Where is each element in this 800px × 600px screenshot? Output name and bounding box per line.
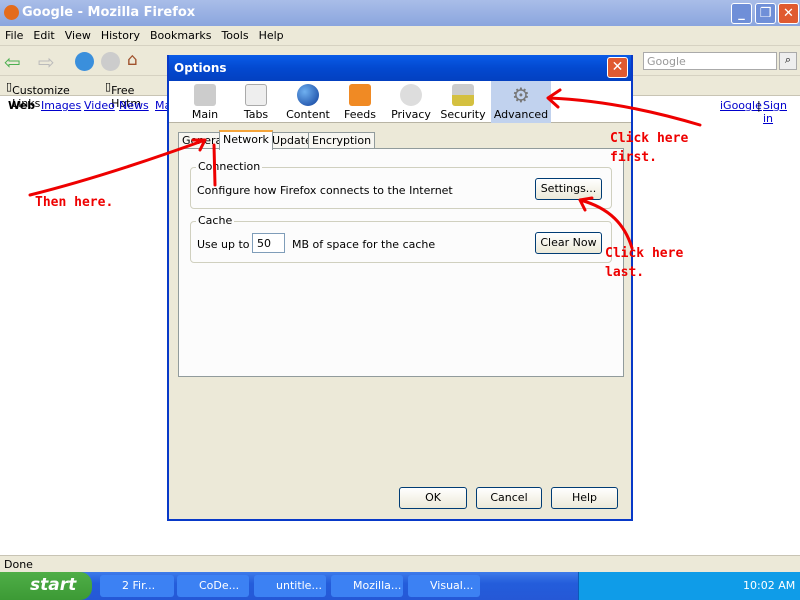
lock-icon <box>452 84 474 106</box>
clear-now-button[interactable]: Clear Now <box>535 232 602 254</box>
menu-help[interactable]: Help <box>254 26 289 42</box>
ok-button[interactable]: OK <box>399 487 467 509</box>
annotation-click-first: Click here first. <box>610 131 689 165</box>
start-button[interactable]: start <box>0 572 92 600</box>
tab-network[interactable]: Network <box>219 130 273 150</box>
task-mozilla[interactable]: Mozilla... <box>331 575 403 597</box>
bookmark-free-hotmail[interactable]: ▯ Free Hotm <box>105 80 141 110</box>
cancel-button[interactable]: Cancel <box>476 487 542 509</box>
cache-legend: Cache <box>196 214 235 227</box>
options-dialog: Options ✕ Main Tabs Content Feeds Privac… <box>167 55 633 521</box>
cache-prefix-label: Use up to <box>197 238 250 251</box>
gear-icon: ⚙ <box>512 83 530 107</box>
pane-main[interactable]: Main <box>176 81 234 123</box>
search-icon[interactable]: ⌕ <box>779 52 797 70</box>
menu-history[interactable]: History <box>96 26 145 42</box>
home-icon[interactable]: ⌂ <box>127 50 138 70</box>
pane-feeds[interactable]: Feeds <box>331 81 389 123</box>
connection-description: Configure how Firefox connects to the In… <box>197 184 453 197</box>
link-video[interactable]: Video <box>84 99 115 112</box>
menu-file[interactable]: File <box>0 26 28 42</box>
search-input[interactable]: Google <box>643 52 777 70</box>
connection-group: Connection Configure how Firefox connect… <box>190 160 612 209</box>
close-button[interactable]: ✕ <box>778 3 799 24</box>
taskbar: start 2 Fir... CoDe... untitle... Mozill… <box>0 572 800 600</box>
rss-icon <box>349 84 371 106</box>
menu-edit[interactable]: Edit <box>28 26 59 42</box>
restore-button[interactable]: ❐ <box>755 3 776 24</box>
pane-advanced[interactable]: ⚙ Advanced <box>491 81 551 123</box>
dialog-title: Options <box>174 61 227 75</box>
clock: 10:02 AM <box>743 579 796 592</box>
menu-tools[interactable]: Tools <box>216 26 253 42</box>
pane-privacy[interactable]: Privacy <box>382 81 440 123</box>
link-news[interactable]: News <box>119 99 149 112</box>
cache-group: Cache Use up to 50 MB of space for the c… <box>190 214 612 263</box>
pane-security[interactable]: Security <box>434 81 492 123</box>
annotation-click-last: Click here last. <box>605 246 684 280</box>
link-images[interactable]: Images <box>41 99 81 112</box>
reload-icon[interactable] <box>75 52 94 71</box>
dialog-close-button[interactable]: ✕ <box>607 57 628 78</box>
main-icon <box>194 84 216 106</box>
menu-bar: File Edit View History Bookmarks Tools Help <box>0 26 800 46</box>
bookmark-customize-links[interactable]: ▯ Customize Links <box>6 80 70 110</box>
web-label: Web <box>8 99 36 112</box>
menu-bookmarks[interactable]: Bookmarks <box>145 26 216 42</box>
task-visual[interactable]: Visual... <box>408 575 480 597</box>
firefox-icon <box>4 5 19 20</box>
forward-icon[interactable]: ⇨ <box>38 50 55 74</box>
stop-icon[interactable] <box>101 52 120 71</box>
system-tray: 10:02 AM <box>578 572 800 600</box>
window-titlebar: Google - Mozilla Firefox _ ❐ ✕ <box>0 0 800 26</box>
link-sign-in[interactable]: Sign in <box>763 99 800 125</box>
settings-button[interactable]: Settings... <box>535 178 602 200</box>
task-firefox[interactable]: 2 Fir... <box>100 575 174 597</box>
back-icon[interactable]: ⇦ <box>4 50 21 74</box>
tabs-icon <box>245 84 267 106</box>
task-code[interactable]: CoDe... <box>177 575 249 597</box>
help-button[interactable]: Help <box>551 487 618 509</box>
status-text: Done <box>4 558 33 571</box>
pane-toolbar: Main Tabs Content Feeds Privacy Security… <box>169 81 631 123</box>
dialog-titlebar: Options <box>169 55 631 81</box>
status-bar: Done <box>0 555 800 572</box>
globe-icon <box>297 84 319 106</box>
pane-content[interactable]: Content <box>279 81 337 123</box>
tab-encryption[interactable]: Encryption <box>308 132 376 149</box>
window-title: Google - Mozilla Firefox <box>22 5 196 20</box>
network-panel: Connection Configure how Firefox connect… <box>178 148 624 377</box>
cache-size-input[interactable]: 50 <box>252 233 285 253</box>
pane-tabs[interactable]: Tabs <box>227 81 285 123</box>
connection-legend: Connection <box>196 160 263 173</box>
link-igoogle[interactable]: iGoogle <box>720 99 762 112</box>
privacy-icon <box>400 84 422 106</box>
minimize-button[interactable]: _ <box>731 3 752 24</box>
menu-view[interactable]: View <box>60 26 96 42</box>
annotation-then-here: Then here. <box>35 195 114 210</box>
separator: | <box>757 99 761 112</box>
task-untitled[interactable]: untitle... <box>254 575 326 597</box>
cache-suffix-label: MB of space for the cache <box>292 238 436 251</box>
